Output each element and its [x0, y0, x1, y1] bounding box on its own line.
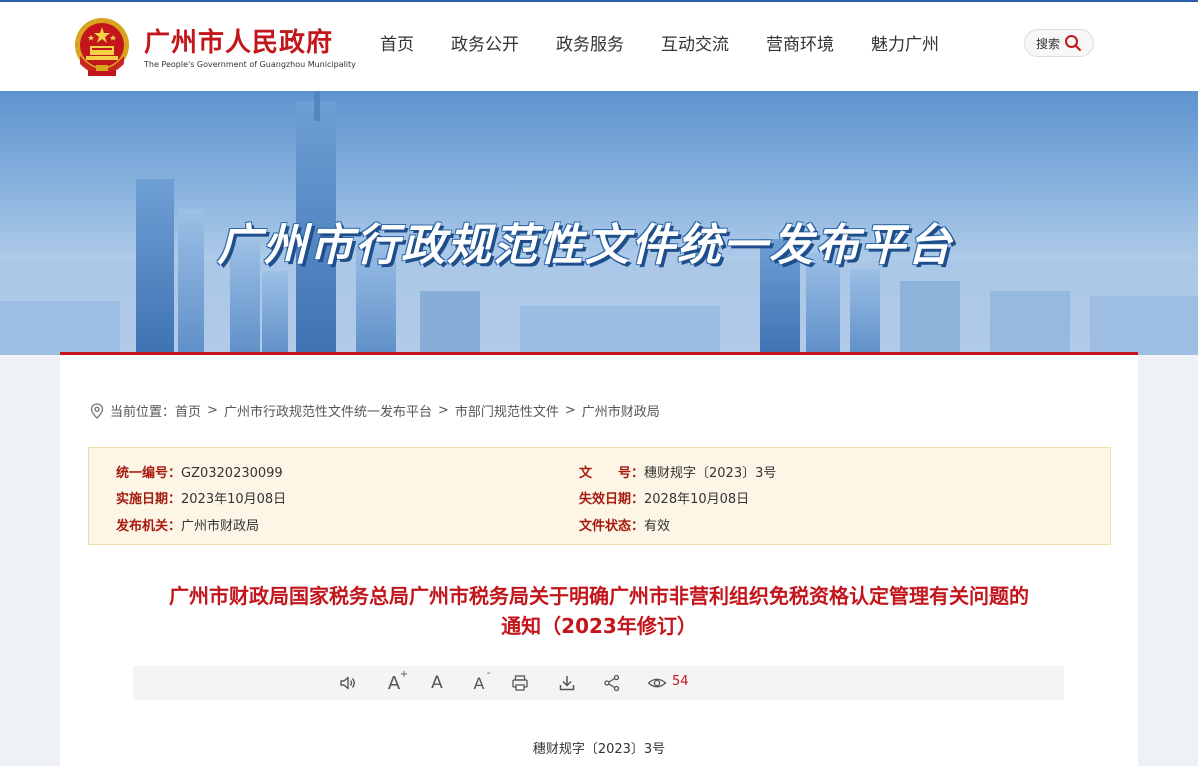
nav-item-business-environment[interactable]: 营商环境	[766, 30, 834, 55]
breadcrumb-separator: >	[564, 403, 576, 418]
font-default-icon: A	[431, 673, 443, 693]
eye-icon	[647, 678, 667, 688]
site-header: 广州市人民政府 The People's Government of Guang…	[0, 2, 1198, 91]
nav-item-government-affairs[interactable]: 政务公开	[451, 30, 519, 55]
hero-banner: 广州市行政规范性文件统一发布平台	[0, 91, 1198, 355]
speaker-icon	[340, 676, 355, 690]
nav-item-interaction[interactable]: 互动交流	[661, 30, 729, 55]
breadcrumb-prefix: 当前位置：	[110, 405, 176, 420]
reading-toolbar: A + A A- 54	[133, 666, 1064, 700]
site-brand-title[interactable]: 广州市人民政府	[144, 22, 333, 59]
nav-item-charm-guangzhou[interactable]: 魅力广州	[871, 30, 939, 55]
meta-unified-no: 统一编号：GZ0320230099	[116, 466, 283, 481]
breadcrumb-separator: >	[207, 403, 218, 418]
document-title: 广州市财政局国家税务总局广州市税务局关于明确广州市非营利组织免税资格认定管理有关…	[169, 584, 1029, 638]
document-meta-box: 统一编号：GZ0320230099 文 号：穗财规字〔2023〕3号 实施日期：…	[88, 447, 1111, 545]
meta-effective-date: 实施日期：2023年10月08日	[116, 492, 287, 507]
location-pin-icon	[90, 402, 104, 419]
national-emblem-icon	[72, 16, 132, 80]
meta-expiry-date: 失效日期：2028年10月08日	[579, 492, 750, 507]
share-button[interactable]	[600, 671, 624, 695]
download-button[interactable]	[555, 671, 579, 695]
breadcrumb-finance-bureau[interactable]: 广州市财政局	[582, 401, 660, 420]
read-aloud-button[interactable]	[336, 671, 360, 695]
breadcrumb: 当前位置： 首页 > 广州市行政规范性文件统一发布平台 > 市部门规范性文件 >…	[90, 401, 660, 420]
main-nav: 首页 政务公开 政务服务 互动交流 营商环境 魅力广州	[380, 30, 976, 55]
search-icon	[1065, 35, 1081, 51]
view-count: 54	[672, 674, 689, 689]
breadcrumb-separator: >	[437, 403, 449, 418]
nav-item-government-services[interactable]: 政务服务	[556, 30, 624, 55]
meta-doc-no: 文 号：穗财规字〔2023〕3号	[579, 466, 777, 481]
view-count-indicator	[645, 671, 669, 695]
share-icon	[604, 674, 620, 692]
download-icon	[559, 676, 575, 691]
font-size-default-button[interactable]: A	[425, 671, 449, 695]
font-decrease-icon: A-	[473, 667, 491, 693]
meta-status: 文件状态：有效	[579, 519, 671, 534]
site-brand-subtitle: The People's Government of Guangzhou Mun…	[144, 60, 356, 69]
font-size-increase-button[interactable]: A +	[382, 668, 409, 695]
content-panel: 当前位置： 首页 > 广州市行政规范性文件统一发布平台 > 市部门规范性文件 >…	[60, 352, 1138, 766]
search-button[interactable]: 搜索	[1024, 29, 1094, 57]
document-number: 穗财规字〔2023〕3号	[532, 742, 666, 757]
printer-icon	[512, 675, 528, 691]
breadcrumb-platform[interactable]: 广州市行政规范性文件统一发布平台	[224, 401, 432, 420]
platform-title: 广州市行政规范性文件统一发布平台	[217, 220, 953, 271]
search-label: 搜索	[1035, 36, 1060, 51]
print-button[interactable]	[508, 671, 532, 695]
breadcrumb-home[interactable]: 首页	[175, 401, 201, 420]
breadcrumb-department-docs[interactable]: 市部门规范性文件	[455, 401, 559, 420]
meta-issuer: 发布机关：广州市财政局	[116, 519, 260, 534]
nav-item-home[interactable]: 首页	[380, 30, 414, 55]
font-size-decrease-button[interactable]: A-	[467, 667, 491, 695]
font-increase-icon: A +	[387, 668, 409, 694]
